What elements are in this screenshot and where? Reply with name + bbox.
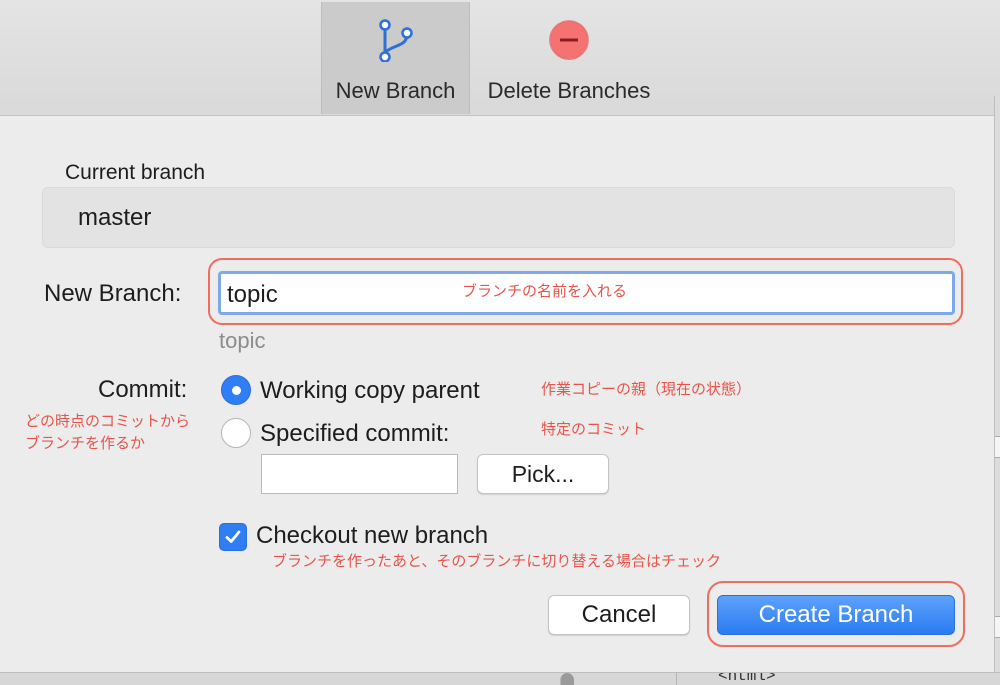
delete-branches-tab-label: Delete Branches xyxy=(487,78,651,103)
specified-commit-input[interactable] xyxy=(261,454,458,494)
new-branch-tab[interactable]: New Branch xyxy=(321,2,470,114)
background-window-strip: <html> xyxy=(0,672,1000,685)
window-edge xyxy=(994,96,1000,685)
checkmark-icon xyxy=(225,530,241,543)
new-branch-tab-label: New Branch xyxy=(335,78,456,103)
new-branch-label: New Branch: xyxy=(44,280,182,307)
specified-commit-radio[interactable] xyxy=(221,418,251,448)
background-window-handle xyxy=(560,673,574,685)
create-branch-button[interactable]: Create Branch xyxy=(717,595,955,635)
toolbar: New Branch Delete Branches xyxy=(0,0,1000,116)
minus-circle-icon xyxy=(547,18,591,62)
background-code-fragment: <html> xyxy=(718,672,776,685)
checkout-new-branch-checkbox[interactable] xyxy=(219,523,247,551)
checkout-new-branch-label[interactable]: Checkout new branch xyxy=(256,522,488,550)
new-branch-preview: topic xyxy=(219,328,266,353)
commit-source-annotation-line: どの時点のコミットから xyxy=(25,413,191,430)
branch-icon xyxy=(374,18,418,62)
checkout-annotation: ブランチを作ったあと、そのブランチに切り替える場合はチェック xyxy=(272,553,721,570)
current-branch-label: Current branch xyxy=(65,161,206,184)
working-copy-parent-radio[interactable] xyxy=(221,375,251,405)
specified-commit-label[interactable]: Specified commit: xyxy=(260,420,449,448)
working-copy-parent-label[interactable]: Working copy parent xyxy=(260,377,480,405)
edge-notch xyxy=(995,616,1000,638)
commit-label: Commit: xyxy=(98,376,188,403)
pick-commit-button[interactable]: Pick... xyxy=(477,454,609,494)
commit-source-annotation-line: ブランチを作るか xyxy=(25,435,146,452)
cancel-button[interactable]: Cancel xyxy=(548,595,690,635)
new-branch-annotation: ブランチの名前を入れる xyxy=(462,283,628,300)
edge-notch xyxy=(995,436,1000,458)
working-copy-parent-annotation: 作業コピーの親（現在の状態） xyxy=(541,381,752,398)
delete-branches-tab[interactable]: Delete Branches xyxy=(470,2,668,114)
commit-source-annotation: どの時点のコミットから ブランチを作るか xyxy=(25,411,190,455)
specified-commit-annotation: 特定のコミット xyxy=(541,421,647,438)
current-branch-field: master xyxy=(42,187,955,248)
current-branch-value: master xyxy=(78,204,152,231)
background-window-divider xyxy=(676,673,677,685)
